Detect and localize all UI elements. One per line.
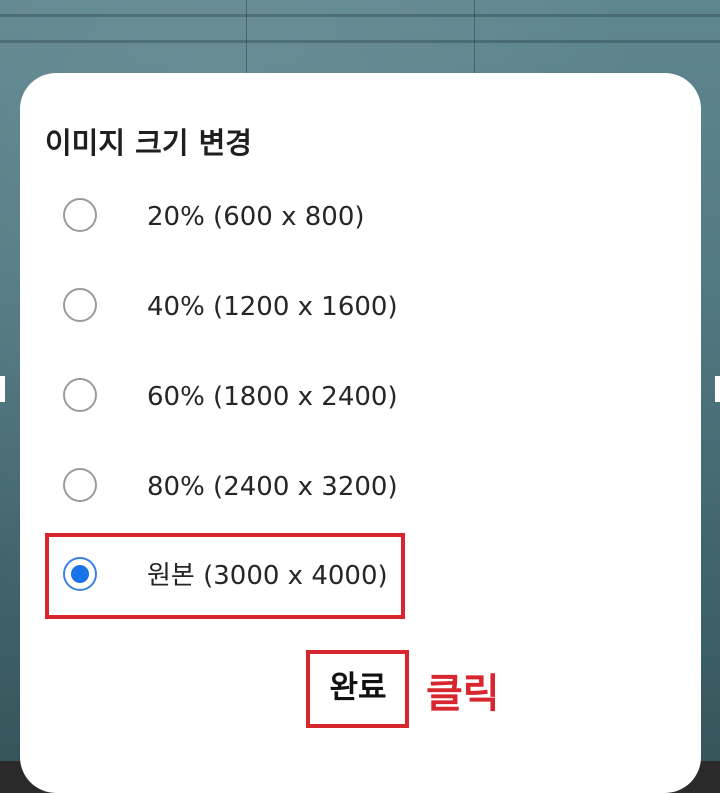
option-label: 60% (1800 x 2400) [147,382,398,412]
size-option-20[interactable]: 20% (600 x 800) [40,177,620,257]
edge-panel-handle-left [0,376,5,402]
radio-button[interactable] [63,378,97,412]
radio-button[interactable] [63,288,97,322]
option-label: 40% (1200 x 1600) [147,292,398,322]
size-option-80[interactable]: 80% (2400 x 3200) [40,447,620,527]
selected-option-highlight [45,533,405,619]
size-option-40[interactable]: 40% (1200 x 1600) [40,267,620,347]
edge-panel-handle-right [715,376,720,402]
radio-button[interactable] [63,198,97,232]
click-annotation: 클릭 [426,671,500,717]
option-label: 20% (600 x 800) [147,202,365,232]
option-label: 80% (2400 x 3200) [147,472,398,502]
done-button-highlight [306,650,409,728]
size-option-60[interactable]: 60% (1800 x 2400) [40,357,620,437]
radio-button[interactable] [63,468,97,502]
dialog-title: 이미지 크기 변경 [45,126,252,160]
